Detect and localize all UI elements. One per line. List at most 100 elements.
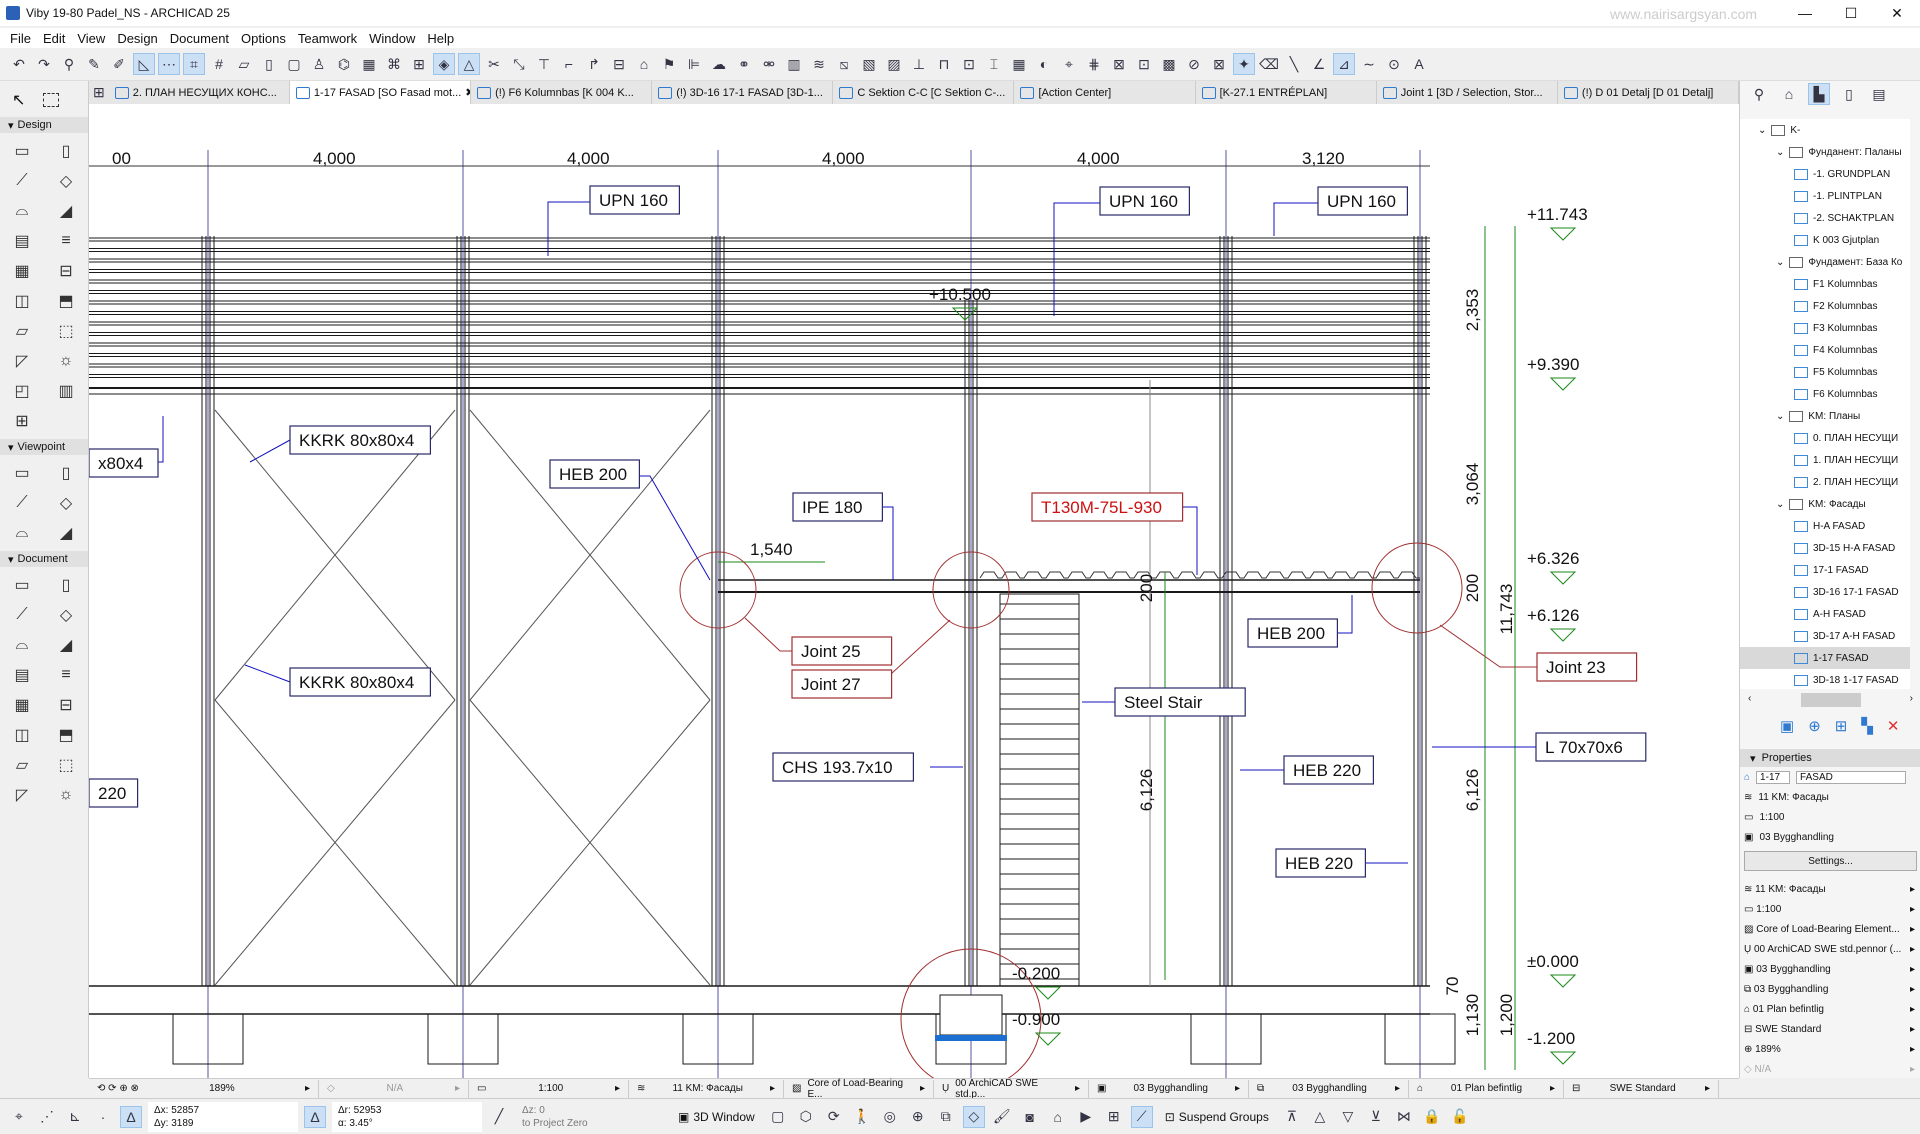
flag-icon[interactable]: ⚑ (658, 53, 680, 75)
worksheet-tool-icon[interactable]: ◇ (44, 491, 88, 515)
dimension-standard-control[interactable]: ⊟ SWE Standard ▸ (1564, 1079, 1719, 1098)
fillet-icon[interactable]: ↱ (583, 53, 605, 75)
detail-tool-icon[interactable]: ⌓ (0, 521, 44, 545)
navigator-item[interactable]: 3D-17 A-H FASAD (1740, 625, 1910, 647)
shell-tool-icon[interactable]: ◢ (44, 199, 88, 223)
navigator-item[interactable]: ⌄ KM: Планы (1740, 405, 1910, 427)
navigator-item[interactable]: 2. ПЛАН НЕСУЩИ (1740, 471, 1910, 493)
menu-edit[interactable]: Edit (37, 28, 71, 48)
navigator-item[interactable]: ⌄ K- (1740, 119, 1910, 141)
layer-icon[interactable]: ▯ (258, 53, 280, 75)
tab-view[interactable]: [Action Center] (1014, 81, 1196, 104)
zone-icon[interactable]: ◐ (1033, 53, 1055, 75)
tab-view[interactable]: (!) 3D-16 17-1 FASAD [3D-1... (652, 81, 834, 104)
curtain-wall-tool-icon[interactable]: ▦ (0, 259, 44, 283)
fill-tool-icon[interactable]: ≡ (44, 663, 88, 687)
navigator-item[interactable]: 1. ПЛАН НЕСУЩИ (1740, 449, 1910, 471)
column-icon[interactable]: ⊥ (908, 53, 930, 75)
perspective-icon[interactable]: ⬡ (795, 1106, 817, 1128)
tab-view[interactable]: (!) D 01 Detalj [D 01 Detalj] (1558, 81, 1739, 104)
hotspot-tool-icon[interactable]: ⬚ (44, 753, 88, 777)
label-icon[interactable]: ⊙ (1383, 53, 1405, 75)
layer-combination-control[interactable]: ⧉ 03 Bygghandling ▸ (1249, 1079, 1409, 1098)
minimize-button[interactable]: — (1782, 0, 1828, 26)
layout-book-icon[interactable]: ▯ (1838, 83, 1860, 105)
delta-icon[interactable]: Δ (120, 1105, 142, 1128)
menu-view[interactable]: View (71, 28, 111, 48)
plane-icon[interactable]: ▱ (233, 53, 255, 75)
magic-icon[interactable]: ⟋ (1130, 1105, 1153, 1128)
group-icon[interactable]: ⊞ (408, 53, 430, 75)
grid-icon[interactable]: # (208, 53, 230, 75)
navigator-item[interactable]: F3 Kolumnbas (1740, 317, 1910, 339)
mesh-icon[interactable]: ▥ (783, 53, 805, 75)
render-icon[interactable]: ⌂ (1047, 1106, 1069, 1128)
section-document[interactable]: ▾ Document (0, 551, 88, 567)
clone-folder-icon[interactable]: ▣ (1780, 717, 1794, 735)
circle-tool-icon[interactable]: ◫ (0, 723, 44, 747)
section-icon[interactable]: ⊕ (907, 1106, 929, 1128)
window-tool-icon[interactable]: ⬒ (44, 289, 88, 313)
navigator-item[interactable]: F2 Kolumnbas (1740, 295, 1910, 317)
dimension-tool-icon[interactable]: ▭ (0, 573, 44, 597)
walk-icon[interactable]: 🚶 (851, 1106, 873, 1128)
horizontal-scrollbar[interactable]: ‹ › (1740, 693, 1920, 707)
gravity-icon[interactable]: ⋰ (36, 1106, 58, 1128)
undo-icon[interactable]: ↶ (8, 53, 30, 75)
orbit-icon[interactable]: ⟳ (823, 1106, 845, 1128)
angle-dimension-tool-icon[interactable]: ◇ (44, 603, 88, 627)
view-map-icon[interactable]: ▙ (1808, 83, 1830, 105)
navigator-menu-icon[interactable]: ⚲ (1748, 83, 1770, 105)
new-folder-icon[interactable]: ⊞ (1835, 717, 1848, 735)
label-heb220a[interactable]: HEB 220 (1283, 755, 1375, 785)
label-t130[interactable]: T130M-75L-930 (1031, 492, 1184, 522)
property-row[interactable]: ≋ 11 KM: Фасады ▸ (1740, 879, 1920, 899)
close-button[interactable]: ✕ (1874, 0, 1920, 26)
offset-icon[interactable]: ⌐ (558, 53, 580, 75)
beam-icon[interactable]: ▨ (883, 53, 905, 75)
angle-control[interactable]: ◇ N/A ▸ (319, 1079, 469, 1098)
maximize-button[interactable]: ☐ (1828, 0, 1874, 26)
expand-chevron-icon[interactable]: ⌄ (1776, 411, 1784, 422)
tab-view[interactable]: 1-17 FASAD [SO Fasad mot...✖ (289, 81, 472, 104)
navigator-item[interactable]: F4 Kolumnbas (1740, 339, 1910, 361)
expand-chevron-icon[interactable]: ⌄ (1758, 125, 1766, 136)
trace-icon[interactable]: ⌬ (333, 53, 355, 75)
navigator-item[interactable]: 17-1 FASAD (1740, 559, 1910, 581)
change-marker-tool-icon[interactable]: ◢ (44, 521, 88, 545)
structure-control[interactable]: ▨ Core of Load-Bearing E... ▸ (784, 1078, 934, 1100)
navigator-item[interactable]: ⌄ KM: Фасады (1740, 493, 1910, 515)
navigator-item[interactable]: 3D-16 17-1 FASAD (1740, 581, 1910, 603)
release-icon[interactable]: ⚮ (758, 53, 780, 75)
zone-tool-icon[interactable]: ⬚ (44, 319, 88, 343)
hotspot-icon[interactable]: ⊿ (1333, 53, 1355, 75)
label-kkrk1[interactable]: KKRK 80x80x4 (289, 425, 431, 455)
level-dimension-tool-icon[interactable]: ▯ (44, 573, 88, 597)
coordinates-icon[interactable]: ⌗ (183, 53, 205, 75)
window-icon[interactable]: ⌖ (1058, 53, 1080, 75)
elevate-icon[interactable]: ⊤ (533, 53, 555, 75)
property-row[interactable]: ⊕ 189% ▸ (1740, 1039, 1920, 1059)
camera-icon[interactable]: ◙ (1019, 1106, 1041, 1128)
figure-icon[interactable]: ♙ (308, 53, 330, 75)
text-icon[interactable]: ∼ (1358, 53, 1380, 75)
menu-help[interactable]: Help (421, 28, 460, 48)
dimension-icon[interactable]: A (1408, 53, 1430, 75)
label-ipe180[interactable]: IPE 180 (792, 492, 884, 522)
transform-icon[interactable]: ◈ (433, 53, 455, 75)
suspend-groups-button[interactable]: ⊡ Suspend Groups (1159, 1103, 1275, 1131)
label-upn1[interactable]: UPN 160 (589, 185, 681, 215)
section-viewpoint[interactable]: ▾ Viewpoint (0, 439, 88, 455)
inject-icon[interactable]: ✐ (108, 53, 130, 75)
label-joint25[interactable]: Joint 25 (791, 636, 893, 666)
railing-tool-icon[interactable]: ≡ (44, 229, 88, 253)
filter-icon[interactable]: ⧉ (935, 1106, 957, 1128)
3d-window-button[interactable]: ▣ 3D Window (672, 1103, 761, 1131)
settings-button[interactable]: Settings... (1744, 851, 1917, 871)
label-joint27[interactable]: Joint 27 (791, 669, 893, 699)
fill-bucket-tool-icon[interactable]: ▦ (0, 693, 44, 717)
label-stair[interactable]: Steel Stair (1114, 687, 1246, 717)
navigator-item[interactable]: -1. GRUNDPLAN (1740, 163, 1910, 185)
object-tool-icon[interactable]: ▱ (0, 319, 44, 343)
explore-icon[interactable]: ◎ (879, 1106, 901, 1128)
